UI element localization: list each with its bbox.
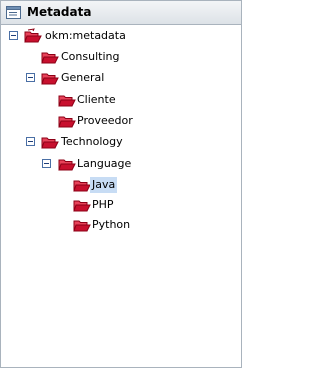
tree-node-label: General [61, 71, 105, 84]
folder-open-icon [41, 73, 59, 85]
tree-node-label: PHP [92, 198, 114, 211]
collapse-toggle-icon[interactable] [42, 159, 51, 168]
collapse-toggle-icon[interactable] [26, 137, 35, 146]
folder-icon [73, 180, 91, 192]
panel-window-icon [6, 6, 21, 19]
folder-icon [41, 52, 59, 64]
folder-icon [58, 95, 76, 107]
folder-open-icon [41, 137, 59, 149]
panel-titlebar: Metadata [1, 1, 241, 25]
folder-icon [73, 220, 91, 232]
folder-open-icon [24, 28, 42, 43]
tree-node-label: Consulting [61, 50, 120, 63]
tree-node-label: Java [90, 177, 118, 193]
tree-node-label: okm:metadata [45, 29, 126, 42]
tree-node-label: Proveedor [77, 114, 133, 127]
panel-title: Metadata [27, 5, 92, 19]
tree-node-label: Cliente [77, 93, 116, 106]
tree-node-label: Technology [61, 135, 123, 148]
metadata-panel: Metadata okm:metadata Consulting General… [0, 0, 242, 368]
folder-open-icon [58, 159, 76, 171]
tree-node-label: Python [92, 218, 131, 231]
tree-node-label: Language [77, 157, 132, 170]
folder-icon [58, 116, 76, 128]
folder-icon [73, 200, 91, 212]
collapse-toggle-icon[interactable] [26, 73, 35, 82]
collapse-toggle-icon[interactable] [9, 31, 18, 40]
